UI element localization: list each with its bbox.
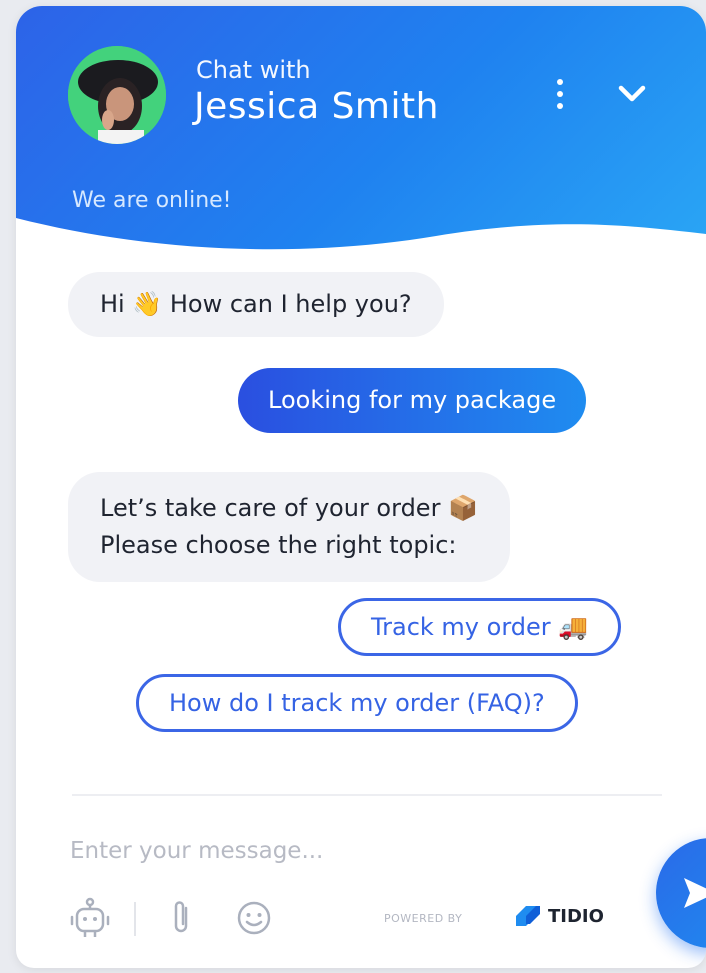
chat-with-label: Chat with <box>196 56 311 84</box>
chat-widget: Chat with Jessica Smith We are online! H… <box>16 6 706 968</box>
chat-header: Chat with Jessica Smith We are online! <box>16 6 706 266</box>
agent-message: Hi 👋 How can I help you? <box>68 272 444 337</box>
tidio-logo-icon <box>516 906 540 926</box>
agent-message-line: Let’s take care of your order 📦 <box>100 494 478 522</box>
agent-message: Let’s take care of your order 📦 Please c… <box>68 472 510 582</box>
agent-message-line: Please choose the right topic: <box>100 531 457 559</box>
send-button[interactable] <box>656 838 706 948</box>
avatar <box>68 46 166 144</box>
bot-button[interactable] <box>68 896 112 940</box>
bot-icon <box>70 897 110 937</box>
more-options-button[interactable] <box>546 74 574 114</box>
quick-reply-faq[interactable]: How do I track my order (FAQ)? <box>136 674 578 732</box>
composer-divider <box>72 794 662 796</box>
quick-reply-track-order[interactable]: Track my order 🚚 <box>338 598 622 656</box>
agent-photo <box>68 46 166 144</box>
user-message: Looking for my package <box>238 368 587 433</box>
more-vertical-icon <box>557 79 563 85</box>
paperclip-icon <box>174 901 188 933</box>
emoji-icon <box>237 901 271 935</box>
online-status: We are online! <box>72 188 232 213</box>
minimize-chat-button[interactable] <box>612 76 652 112</box>
message-input[interactable] <box>68 828 632 874</box>
attach-button[interactable] <box>160 896 204 940</box>
brand-link[interactable]: TIDIO <box>514 904 604 928</box>
brand-name: TIDIO <box>548 905 604 927</box>
agent-name: Jessica Smith <box>194 86 439 127</box>
emoji-button[interactable] <box>232 896 276 940</box>
chevron-down-icon <box>618 85 646 102</box>
send-icon <box>684 878 706 908</box>
toolbar-separator <box>134 902 136 936</box>
powered-by-label: POWERED BY <box>384 912 463 925</box>
